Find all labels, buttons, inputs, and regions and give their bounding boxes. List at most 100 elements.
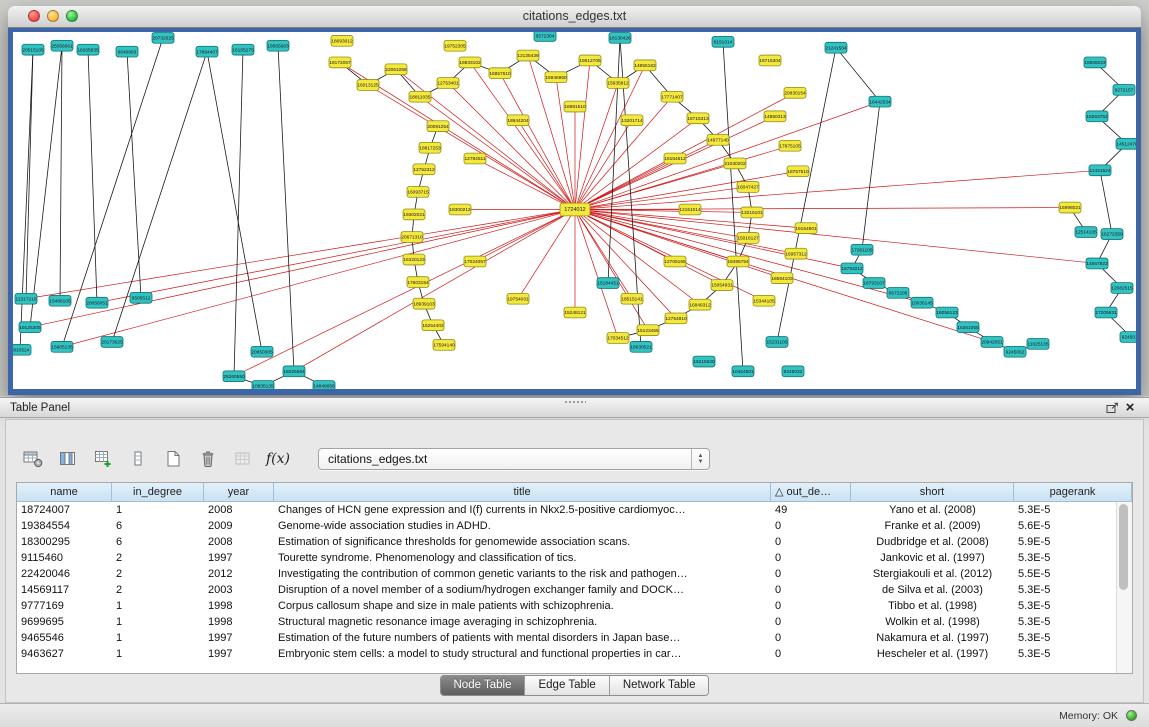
graph-node[interactable]: 17771407 [661,91,683,102]
column-header-in_degree[interactable]: in_degree [112,483,204,502]
graph-node[interactable]: 15231105 [766,337,788,348]
graph-node[interactable]: 16361055 [957,322,979,333]
graph-node[interactable]: 19565683 [267,40,289,51]
graph-edge[interactable] [608,38,620,283]
delete-table-icon[interactable] [195,446,221,472]
graph-edge[interactable] [475,159,575,210]
graph-node[interactable]: 1724012 [560,203,590,216]
graph-node[interactable]: 19154901 [795,223,817,234]
graph-edge[interactable] [575,210,748,238]
graph-node[interactable]: 12753401 [437,78,459,89]
graph-node[interactable]: 14567923 [1086,258,1108,269]
network-canvas[interactable]: 1724012181720571601312522061058188110351… [13,32,1136,389]
graph-node[interactable]: 12752312 [413,164,435,175]
function-builder-icon[interactable]: f(x) [265,446,291,472]
graph-edge[interactable] [556,77,575,209]
show-columns-icon[interactable] [55,446,81,472]
network-svg[interactable]: 1724012181720571601312522061058188110351… [13,32,1136,389]
graph-node[interactable]: 17875105 [779,140,801,151]
graph-edge[interactable] [112,52,207,342]
graph-node[interactable]: 19752305 [444,40,466,51]
graph-node[interactable]: 16946950 [545,72,567,83]
graph-node[interactable]: 18056123 [936,307,958,318]
graph-node[interactable]: 16215620 [693,356,715,367]
graph-node[interactable]: 10036145 [911,297,933,308]
graph-node[interactable]: 9640683 [116,46,138,57]
graph-node[interactable]: 15935812 [607,78,629,89]
graph-node[interactable]: 18757510 [787,166,809,177]
graph-node[interactable]: 18715313 [687,113,709,124]
table-row[interactable]: 1872400712008Changes of HCN gene express… [17,502,1117,518]
graph-node[interactable]: 16093715 [407,186,429,197]
graph-node[interactable]: 17603154 [407,277,429,288]
table-row[interactable]: 1938455462009Genome-wide association stu… [17,518,1117,534]
zoom-button[interactable] [66,10,78,22]
graph-node[interactable]: 21241504 [825,42,847,53]
panel-drag-handle[interactable] [564,400,586,405]
graph-node[interactable]: 9505512 [130,292,152,303]
graph-node[interactable]: 17594140 [433,339,455,350]
graph-node[interactable]: 9245032 [782,366,804,377]
graph-node[interactable]: 16164612 [664,153,686,164]
graph-node[interactable]: 17261105 [851,244,873,255]
graph-node[interactable]: 8572304 [534,32,556,41]
table-row[interactable]: 977716911998Corpus callosum shape and si… [17,598,1117,614]
close-button[interactable] [28,10,40,22]
graph-edge[interactable] [278,46,294,372]
minimize-button[interactable] [47,10,59,22]
graph-node[interactable]: 15054931 [711,280,733,291]
graph-edge[interactable] [500,73,575,209]
graph-node[interactable]: 9272157 [1113,84,1135,95]
graph-edge[interactable] [26,50,33,299]
graph-node[interactable]: 20830154 [784,87,806,98]
graph-node[interactable]: 16320123 [403,254,425,265]
table-row[interactable]: 946362711997Embryonic stem cells: a mode… [17,646,1117,662]
graph-node[interactable]: 21030202 [724,158,746,169]
graph-node[interactable]: 16957312 [785,248,807,259]
graph-node[interactable]: 20850305 [251,346,273,357]
graph-node[interactable]: 19833102 [459,57,481,68]
graph-edge[interactable] [836,48,880,102]
table-row[interactable]: 969969511998Structural magnetic resonanc… [17,614,1117,630]
graph-node[interactable]: 15184451 [597,278,619,289]
graph-node[interactable]: 18811035 [409,91,431,102]
graph-node[interactable]: 18844204 [507,115,529,126]
graph-node[interactable]: 18130426 [609,32,631,43]
table-row[interactable]: 2242004622012Investigating the contribut… [17,566,1117,582]
graph-edge[interactable] [60,46,62,301]
graph-node[interactable]: 19565023 [1084,57,1106,68]
graph-node[interactable]: 18817253 [419,142,441,153]
table-row[interactable]: 1456911722003Disruption of a novel membe… [17,582,1117,598]
graph-node[interactable]: 15344105 [753,295,775,306]
graph-node[interactable]: 16047427 [737,182,759,193]
graph-node[interactable]: 17024057 [464,256,486,267]
graph-node[interactable]: 18515141 [621,293,643,304]
graph-node[interactable]: 16272359 [1101,229,1123,240]
graph-edge[interactable] [368,85,575,210]
tab-node-table[interactable]: Node Table [441,676,525,695]
graph-edge[interactable] [207,52,262,352]
column-header-year[interactable]: year [204,483,274,502]
graph-node[interactable]: 20173625 [101,337,123,348]
graph-edge[interactable] [420,97,575,210]
graph-node[interactable]: 8810524 [13,344,31,355]
column-header-short[interactable]: short [851,483,1014,502]
create-column-icon[interactable] [90,446,116,472]
graph-edge[interactable] [88,50,97,303]
tab-network-table[interactable]: Network Table [609,676,709,695]
graph-node[interactable]: 14955182 [634,60,656,71]
table-row[interactable]: 946554611997Estimation of the future num… [17,630,1117,646]
graph-node[interactable]: 19612705 [579,55,601,66]
graph-edge[interactable] [234,50,243,377]
graph-edge[interactable] [575,208,1070,210]
graph-edge[interactable] [62,210,575,347]
scrollbar-thumb[interactable] [1119,504,1128,590]
graph-edge[interactable] [30,46,62,327]
graph-edge[interactable] [575,210,852,269]
float-panel-icon[interactable] [1103,400,1121,416]
graph-node[interactable]: 15488105 [49,295,71,306]
graph-node[interactable]: 11025135 [1027,338,1049,349]
graph-node[interactable]: 14849056 [313,381,335,389]
graph-node[interactable]: 16793212 [841,263,863,274]
table-row[interactable]: 911546021997Tourette syndrome. Phenomeno… [17,550,1117,566]
